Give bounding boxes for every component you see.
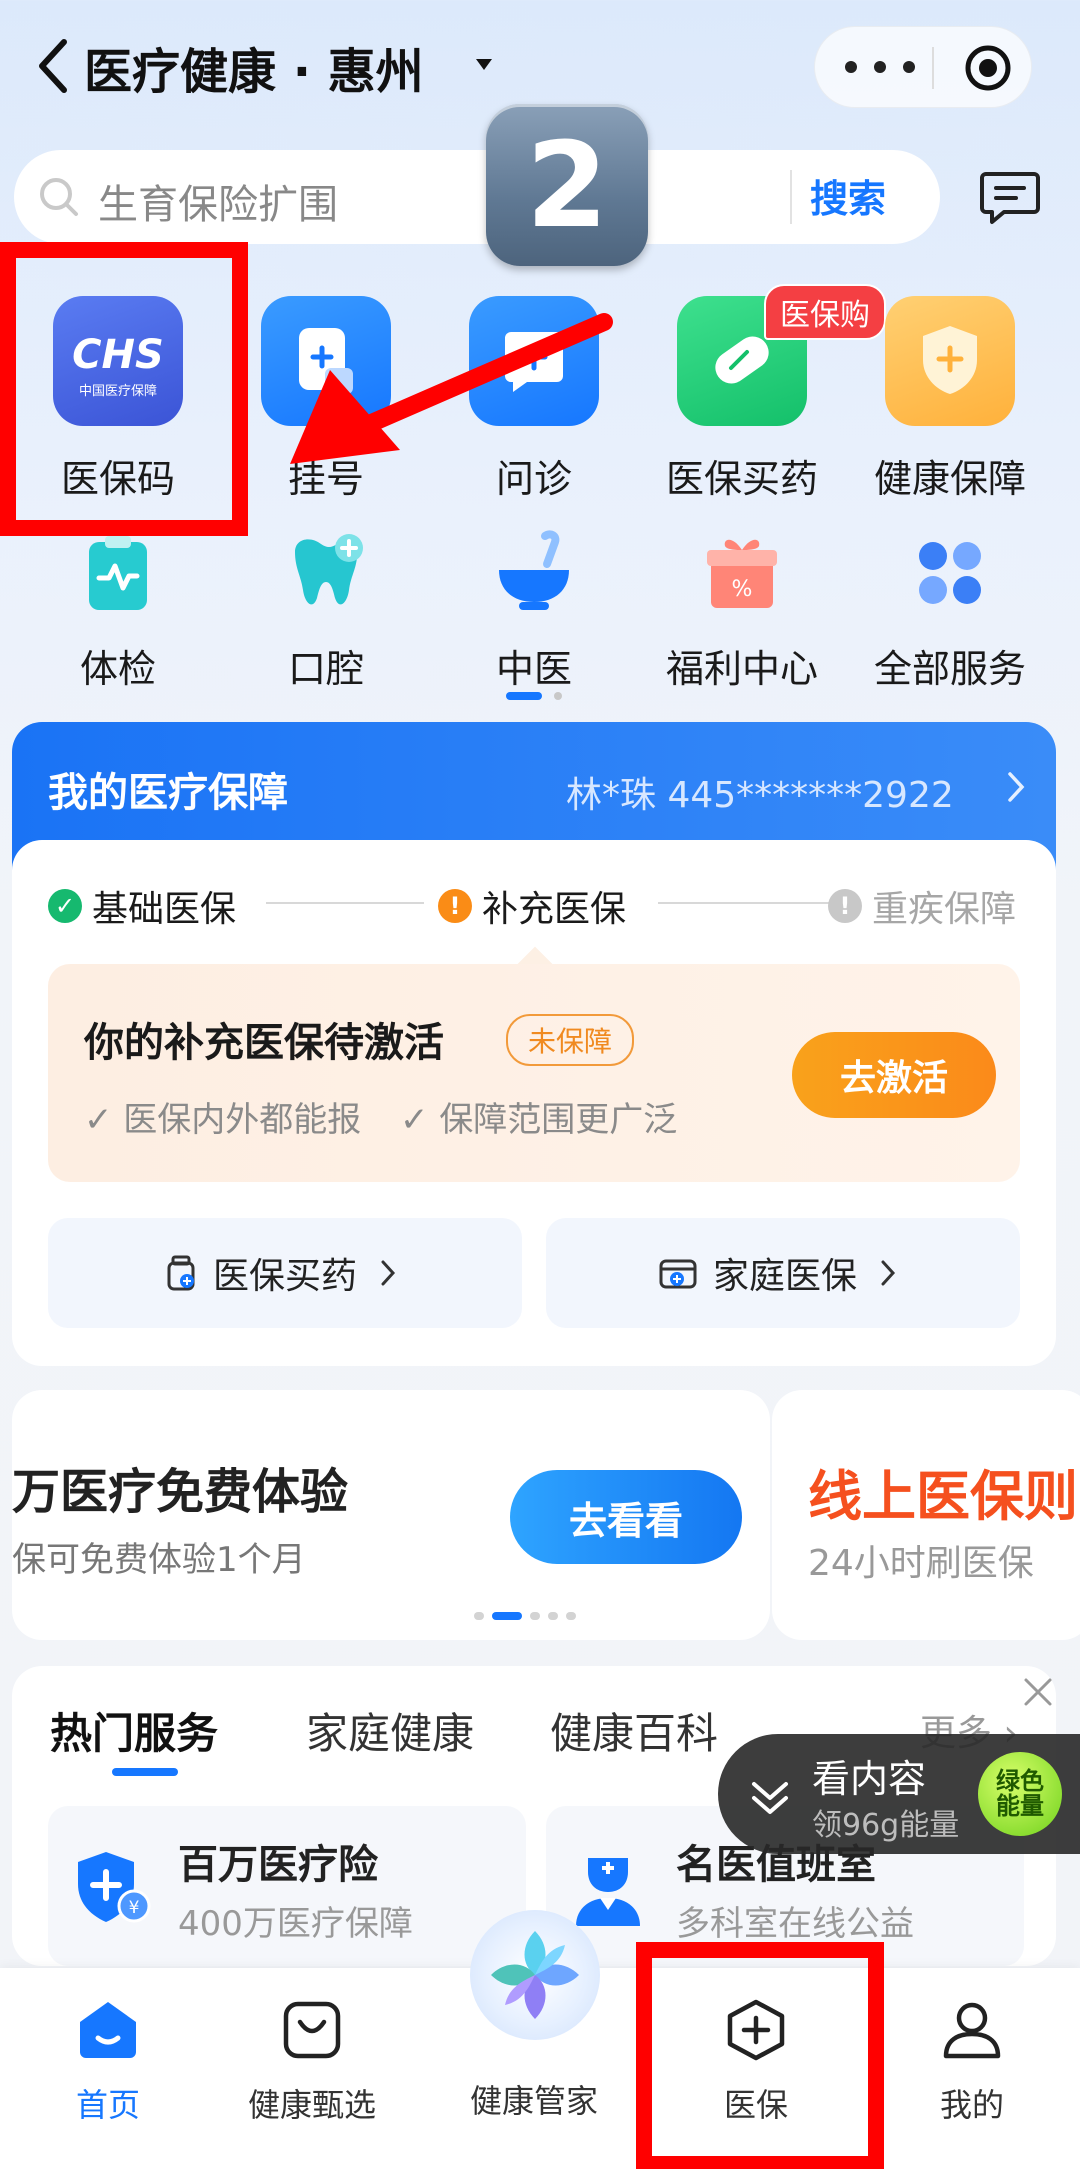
medical-shield-icon: ¥ — [78, 1852, 151, 1923]
search-bar[interactable]: 生育保险扩围 搜索 — [14, 150, 940, 244]
activate-button[interactable]: 去激活 — [792, 1032, 996, 1118]
banner-subtitle: 24小时刷医保 — [808, 1543, 1034, 1584]
tab-health-encyclopedia[interactable]: 健康百科 — [550, 1700, 718, 1761]
service-name: 百万医疗险 — [178, 1842, 378, 1888]
activate-panel: 你的补充医保待激活 未保障 ✓ 医保内外都能报 ✓ 保障范围更广泛 去激活 — [48, 964, 1020, 1182]
service-tcm[interactable]: 中医 — [430, 528, 638, 693]
profile-icon — [943, 2002, 1001, 2059]
banner-go-button[interactable]: 去看看 — [510, 1470, 742, 1564]
annotation-arrow-icon — [290, 313, 613, 464]
gift-icon: % — [697, 528, 787, 618]
city-dropdown-icon[interactable] — [472, 52, 496, 76]
message-icon[interactable] — [978, 168, 1042, 228]
info-icon: ! — [828, 889, 862, 923]
service-desc: 400万医疗保障 — [178, 1904, 413, 1944]
service-dental[interactable]: 口腔 — [222, 528, 430, 693]
service-label: 体检 — [79, 647, 156, 691]
nav-label: 健康甄选 — [247, 2086, 376, 2124]
annotation-highlight-box — [636, 1942, 884, 2169]
step-critical-illness: ! 重疾保障 — [828, 880, 1016, 932]
svg-text:¥: ¥ — [129, 1898, 140, 1918]
annotation-highlight-box — [0, 242, 248, 536]
service-label: 全部服务 — [873, 647, 1026, 691]
shield-icon — [885, 296, 1015, 426]
mini-program-capsule — [814, 26, 1032, 108]
service-checkup[interactable]: 体检 — [14, 528, 222, 693]
nav-health-selection[interactable]: 健康甄选 — [204, 1998, 420, 2126]
service-label: 中医 — [495, 647, 572, 691]
service-label: 医保买药 — [665, 457, 818, 501]
chevron-right-icon — [881, 1260, 896, 1286]
step-basic-insurance: ✓ 基础医保 — [48, 880, 236, 932]
nav-profile[interactable]: 我的 — [864, 1998, 1080, 2126]
widget-subtitle: 领96g能量 — [812, 1808, 960, 1843]
insurance-user-id: 林*珠 445*******2922 — [566, 775, 954, 816]
svg-text:%: % — [732, 577, 753, 602]
capsule-divider — [932, 47, 934, 89]
service-label: 福利中心 — [665, 647, 818, 691]
promo-banner-next[interactable]: 线上医保则 24小时刷医保 — [772, 1390, 1080, 1640]
search-button[interactable]: 搜索 — [810, 168, 886, 223]
tab-hot-services[interactable]: 热门服务 — [50, 1700, 218, 1761]
banner-subtitle: 保可免费体验1个月 — [12, 1540, 306, 1580]
insurance-card-body: ✓ 基础医保 ! 补充医保 ! 重疾保障 你的补充医保待激活 未保障 ✓ 医保内… — [12, 840, 1056, 1366]
family-wallet-icon — [659, 1259, 697, 1289]
banner-title: 万医疗免费体验 — [12, 1464, 349, 1520]
service-desc: 多科室在线公益 — [676, 1904, 914, 1944]
nav-label: 首页 — [75, 2086, 140, 2124]
back-arrow-icon[interactable] — [30, 36, 80, 96]
bag-icon — [283, 2001, 341, 2059]
warning-icon: ! — [438, 889, 472, 923]
green-energy-icon: 绿色 能量 — [978, 1752, 1062, 1836]
nav-home[interactable]: 首页 — [0, 1998, 216, 2126]
check-shield-icon: ✓ — [48, 889, 82, 923]
service-all[interactable]: 全部服务 — [846, 528, 1054, 693]
content-energy-widget[interactable]: 看内容 领96g能量 绿色 能量 — [718, 1734, 1080, 1854]
service-million-medical[interactable]: ¥ 百万医疗险 400万医疗保障 — [48, 1806, 526, 1966]
search-divider — [790, 170, 792, 224]
step-connector — [266, 902, 424, 904]
checkup-icon — [73, 528, 163, 618]
grid-icon — [905, 528, 995, 618]
ai-assistant-icon[interactable] — [470, 1910, 600, 2040]
more-icon[interactable] — [845, 45, 915, 89]
step-number-badge: 2 — [486, 104, 648, 266]
banner-title: 线上医保则 — [808, 1465, 1078, 1528]
tooth-icon — [281, 528, 371, 618]
step-supplementary-insurance: ! 补充医保 — [438, 880, 626, 932]
buy-medicine-link[interactable]: 医保买药 — [48, 1218, 522, 1328]
nav-label: 我的 — [939, 2086, 1004, 2124]
medicine-bottle-icon — [167, 1255, 195, 1291]
service-welfare[interactable]: % 福利中心 — [638, 528, 846, 693]
insurance-title: 我的医疗保障 — [48, 770, 288, 816]
benefit-item: ✓ 医保内外都能报 — [84, 1100, 362, 1140]
unprotected-tag: 未保障 — [506, 1014, 635, 1066]
tcm-bowl-icon — [489, 528, 579, 618]
close-target-icon[interactable] — [963, 43, 1013, 93]
tab-family-health[interactable]: 家庭健康 — [306, 1700, 474, 1761]
service-health-protection[interactable]: 健康保障 — [846, 296, 1054, 503]
chevron-right-icon — [381, 1260, 396, 1286]
family-insurance-link[interactable]: 家庭医保 — [546, 1218, 1020, 1328]
promo-banner[interactable]: 万医疗免费体验 保可免费体验1个月 去看看 — [12, 1390, 770, 1640]
double-chevron-down-icon — [752, 1782, 788, 1814]
grid-page-indicator — [506, 692, 562, 700]
home-icon — [80, 2002, 136, 2058]
benefit-item: ✓ 保障范围更广泛 — [400, 1100, 678, 1140]
widget-title: 看内容 — [812, 1757, 927, 1801]
banner-page-indicator — [474, 1612, 576, 1620]
active-tab-underline — [112, 1768, 178, 1776]
search-input[interactable]: 生育保险扩围 — [98, 172, 338, 230]
activate-title: 你的补充医保待激活 — [84, 1020, 444, 1066]
page-title[interactable]: 医疗健康 · 惠州 — [84, 32, 424, 102]
close-icon[interactable] — [1020, 1674, 1056, 1710]
chevron-right-icon — [1008, 772, 1025, 802]
service-label: 口腔 — [287, 647, 364, 691]
search-icon — [40, 178, 78, 216]
nav-label: 健康管家 — [469, 2082, 598, 2120]
service-label: 健康保障 — [873, 457, 1026, 501]
step-connector — [658, 902, 830, 904]
